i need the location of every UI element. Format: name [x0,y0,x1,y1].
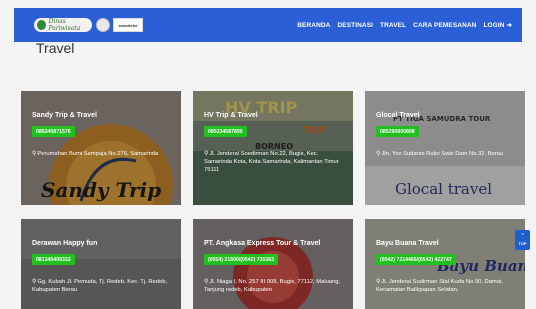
phone-badge[interactable]: 085345871576 [32,126,75,137]
travel-card-bayu-buana[interactable]: Bayu Buana Bayu Buana Travel (0542) 7214… [365,219,525,309]
travel-card-glocal-travel[interactable]: PT TIGA SAMUDRA TOUR Glocal travel Gloca… [365,91,525,205]
card-address: ⚲Perumahan Bumi Sempaja No.276, Samarind… [32,150,171,158]
nav-link-destinasi[interactable]: DESTINASI [337,22,373,29]
phone-badge[interactable]: 085290900808 [376,126,419,137]
back-to-top-button[interactable]: ˆ TOP [515,230,530,250]
nav-link-cara-pemesanan[interactable]: CARA PEMESANAN [413,22,476,29]
nav-link-beranda[interactable]: BERANDA [297,22,330,29]
card-shade [193,91,353,205]
card-address: ⚲Jln. Yos Sudarso Ruko Swis Dam No.32, B… [376,150,515,158]
travel-card-derawan-happy-fun[interactable]: Derawan Happy fun 081345409333 ⚲Gg. Kuba… [21,219,181,309]
wonderful-indonesia-logo: wonderful [113,18,143,32]
travel-card-hv-trip[interactable]: HV TRIP TRIP BORNEO HV Trip & Travel 085… [193,91,353,205]
card-title: Bayu Buana Travel [376,240,439,247]
card-address: ⚲Jl. Jenderal Soedirman No.22, Bugis, Ke… [204,150,343,174]
phone-badge[interactable]: (0542) 7214466/(0542) 422747 [376,254,456,265]
phone-badge[interactable]: (0554) 21600/(0542) 735363 [204,254,279,265]
card-title: Derawan Happy fun [32,240,98,247]
phone-badge[interactable]: 081345409333 [32,254,75,265]
address-text: Jl. Jenderal Soedirman No.22, Bugis, Kec… [204,151,339,173]
brand-logo-group[interactable]: Dinas Pariwisata wonderful [34,18,143,32]
map-pin-icon: ⚲ [376,279,381,285]
address-text: Jl. Jenderal Sudirman Stal Kuda No.90, D… [376,279,503,293]
nav-links: BERANDA DESTINASI TRAVEL CARA PEMESANAN … [297,8,512,42]
logo-emblem-icon [37,20,46,30]
page-title: Travel [36,40,75,56]
map-pin-icon: ⚲ [32,151,37,157]
travel-card-angkasa-express[interactable]: PT. Angkasa Express Tour & Travel (0554)… [193,219,353,309]
map-pin-icon: ⚲ [204,279,209,285]
nav-link-login[interactable]: LOGIN ➜ [483,21,512,29]
card-address: ⚲Gg. Kubah Jl. Pemuda, Tj. Redeb, Kec. T… [32,278,171,294]
card-shade [365,91,525,205]
dinas-pariwisata-logo[interactable]: Dinas Pariwisata [34,18,92,32]
address-text: Jln. Yos Sudarso Ruko Swis Dam No.32, Be… [381,151,504,157]
card-title: PT. Angkasa Express Tour & Travel [204,240,321,247]
card-address: ⚲Jl. Jenderal Sudirman Stal Kuda No.90, … [376,278,515,294]
card-title: Sandy Trip & Travel [32,112,97,119]
sign-in-icon: ➜ [506,22,512,29]
travel-card-sandy-trip[interactable]: Sandy Trip Sandy Trip & Travel 085345871… [21,91,181,205]
address-text: Perumahan Bumi Sempaja No.276, Samarinda [37,151,159,157]
card-title: HV Trip & Travel [204,112,258,119]
address-text: Jl. Niaga I, No. 257 III 008, Bugis, 771… [204,279,341,293]
map-pin-icon: ⚲ [376,151,381,157]
card-address: ⚲Jl. Niaga I, No. 257 III 008, Bugis, 77… [204,278,343,294]
back-to-top-label: TOP [518,240,527,246]
top-navbar: Dinas Pariwisata wonderful BERANDA DESTI… [14,8,522,42]
map-pin-icon: ⚲ [32,279,37,285]
login-label: LOGIN [483,22,505,29]
card-title: Glocal Travel [376,112,420,119]
regency-seal-icon [96,18,110,32]
address-text: Gg. Kubah Jl. Pemuda, Tj. Redeb, Kec. Tj… [32,279,168,293]
nav-link-travel[interactable]: TRAVEL [380,22,406,29]
phone-badge[interactable]: 085234587890 [204,126,247,137]
map-pin-icon: ⚲ [204,151,209,157]
logo-text: Dinas Pariwisata [48,18,81,32]
card-shade [21,91,181,205]
